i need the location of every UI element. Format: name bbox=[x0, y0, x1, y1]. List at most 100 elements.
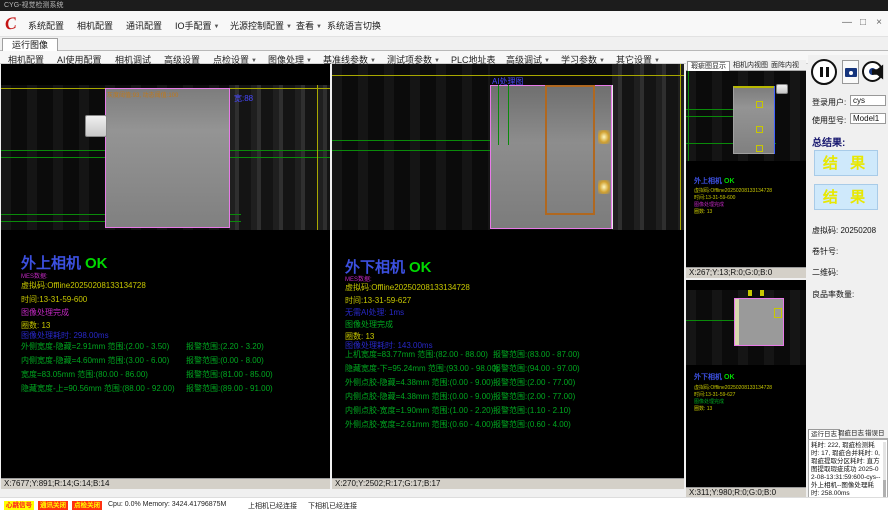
menu-item-io-config[interactable]: IO手配置▼ bbox=[175, 19, 219, 32]
camera-bottom-status: 下相机已经连接 bbox=[308, 501, 357, 511]
mini-turns-line: 圈数: 13 bbox=[694, 208, 712, 215]
measurement-row: 外侧点胶-宽度=2.61mm 范围:(0.60 - 4.00)报警范围:(0.6… bbox=[345, 419, 682, 431]
close-button[interactable]: × bbox=[872, 17, 886, 28]
guide-line bbox=[317, 85, 318, 230]
alarm-range: 报警范围:(2.20 - 3.20) bbox=[186, 341, 264, 352]
measurement-row: 内侧宽度-隐藏=4.60mm 范围:(3.00 - 6.00)报警范围:(0.0… bbox=[21, 355, 328, 367]
alarm-range: 报警范围:(89.00 - 91.00) bbox=[186, 383, 273, 394]
alarm-range: 报警范围:(81.00 - 85.00) bbox=[186, 369, 273, 380]
cpu-memory-status: Cpu: 0.0% Memory: 3424.41796875M bbox=[108, 501, 226, 508]
measurement-value: 隐藏宽度-上=90.56mm 范围:(88.00 - 92.00) bbox=[21, 383, 175, 394]
maximize-button[interactable]: □ bbox=[856, 17, 870, 28]
measurement-row: 上机宽度=83.77mm 范围:(82.00 - 88.00) 报警范围:(83.… bbox=[345, 349, 682, 361]
time-line: 时间:13-31-59-627 bbox=[345, 295, 411, 306]
measurement-value: 内侧点胶-宽度=1.90mm 范围:(1.00 - 2.20) bbox=[345, 405, 493, 416]
measurement-value: 外侧点胶-隐藏=4.38mm 范围:(0.00 - 9.00) bbox=[345, 377, 493, 388]
tab-connector-region bbox=[85, 115, 107, 137]
status-bar: 心跳信号 通讯关闭 点检关闭 Cpu: 0.0% Memory: 3424.41… bbox=[0, 497, 888, 522]
menu-item-system-config[interactable]: 系统配置 bbox=[28, 19, 64, 32]
result-box-top: 结 果 bbox=[814, 150, 878, 176]
tab-run-image[interactable]: 运行图像 bbox=[2, 38, 58, 51]
tab-strip: 运行图像 bbox=[0, 37, 888, 51]
ai-elapsed-line: 无需AI处理: 1ms bbox=[345, 307, 404, 318]
tab-defect-view[interactable]: 瑕疵图显示 bbox=[687, 61, 730, 71]
mini-result-title: 外上相机OK bbox=[694, 176, 735, 186]
model-label: 使用型号: bbox=[812, 115, 846, 126]
product-cell-region bbox=[734, 298, 784, 346]
measurement-value: 内侧宽度-隐藏=4.60mm 范围:(3.00 - 6.00) bbox=[21, 355, 169, 366]
image-texture bbox=[612, 64, 684, 230]
tab-connector-region bbox=[776, 84, 788, 94]
measurement-row: 内侧点胶-宽度=1.90mm 范围:(1.00 - 2.20)报警范围:(1.1… bbox=[345, 405, 682, 417]
mini-view-tabs: 瑕疵图显示 相机内视图 面阵内视图 bbox=[686, 60, 806, 71]
camera-lens-icon bbox=[849, 71, 853, 75]
mini-view-lower[interactable]: 外下相机OK 虚拟码:Offline20250208133134728 时间:1… bbox=[686, 280, 806, 498]
title-bar: CYG-视觉检测系统 bbox=[0, 0, 888, 11]
mini-time-line: 时间:13-31-59-600 bbox=[694, 194, 735, 201]
elapsed-line: 图像处理耗时: 298.00ms bbox=[21, 330, 109, 341]
dropdown-arrow-icon: ▼ bbox=[214, 24, 220, 30]
measurement-value: 内侧点胶-隐藏=4.38mm 范围:(0.00 - 9.00) bbox=[345, 391, 493, 402]
measurement-value: 上机宽度=83.77mm 范围:(82.00 - 88.00) bbox=[345, 349, 488, 360]
bright-spot bbox=[598, 180, 610, 194]
tab-error-log[interactable]: 错误日志 bbox=[863, 429, 888, 439]
guide-line bbox=[508, 85, 509, 145]
guide-line bbox=[686, 320, 734, 321]
guide-line bbox=[686, 109, 734, 110]
mini-code-line: 虚拟码:Offline20250208133134728 bbox=[694, 187, 772, 194]
measurement-row: 外侧宽度-隐藏=2.91mm 范围:(2.00 - 3.50)报警范围:(2.2… bbox=[21, 341, 328, 353]
camera-image-upper: 灰度阈值:93, 动态阈值:100 宽:88 bbox=[1, 85, 330, 230]
menu-item-camera-config[interactable]: 相机配置 bbox=[77, 19, 113, 32]
roi-box bbox=[756, 145, 763, 152]
menu-item-comm-config[interactable]: 通讯配置 bbox=[126, 19, 162, 32]
menu-item-light-config[interactable]: 光源控制配置▼ bbox=[230, 19, 292, 32]
time-line: 时间:13-31-59-600 bbox=[21, 294, 87, 305]
mini-view-upper[interactable]: 瑕疵图显示 相机内视图 面阵内视图 外上相机OK 虚拟码:Offline2025… bbox=[686, 60, 806, 278]
menu-item-language-switch[interactable]: 系统语言切换 bbox=[327, 19, 381, 32]
log-tabs: 运行日志 瑕疵日志 错误日志 bbox=[808, 428, 888, 439]
yield-count-label: 良品率数量: bbox=[812, 289, 854, 300]
camera-button[interactable] bbox=[842, 60, 859, 84]
login-user-field[interactable]: cys bbox=[850, 95, 886, 106]
camera-result-title: 外上相机OK bbox=[21, 252, 108, 273]
alarm-range: 报警范围:(2.00 - 77.00) bbox=[493, 391, 575, 402]
edge-line bbox=[612, 85, 613, 229]
camera-image-lower: AI处理图 bbox=[332, 64, 684, 230]
log-text: 耗时: 222, 瑕疵检测耗时: 17, 瑕疵合并耗时: 0, 瑕疵提取分区耗时… bbox=[811, 442, 881, 498]
app-window: CYG-视觉检测系统 C 系统配置 相机配置 通讯配置 IO手配置▼ 光源控制配… bbox=[0, 0, 888, 522]
login-user-label: 登录用户: bbox=[812, 97, 846, 108]
pause-button[interactable] bbox=[811, 59, 837, 85]
camera-view-lower[interactable]: AI处理图 外下相机OK MES数据: 虚拟码:Offline202502081… bbox=[332, 64, 684, 489]
minimize-button[interactable]: — bbox=[840, 17, 854, 28]
measurement-value: 宽度=83.05mm 范围:(80.00 - 86.00) bbox=[21, 369, 148, 380]
mes-data-label: MES数据: bbox=[21, 271, 48, 280]
marker bbox=[760, 290, 764, 296]
result-ok-label: OK bbox=[409, 259, 432, 276]
model-field[interactable]: Model1 bbox=[850, 113, 886, 124]
pixel-coordinates-bar: X:267;Y:13;R:0;G:0;B:0 bbox=[686, 267, 806, 278]
speaker-button[interactable] bbox=[870, 59, 888, 85]
dropdown-arrow-icon: ▼ bbox=[286, 24, 292, 30]
speaker-icon bbox=[872, 63, 888, 81]
needle-number-label: 卷针号: bbox=[812, 246, 838, 257]
product-cell-region bbox=[733, 86, 775, 154]
process-status-line: 图像处理完成 bbox=[345, 319, 393, 330]
tab-defect-log[interactable]: 瑕疵日志 bbox=[836, 429, 866, 439]
dropdown-arrow-icon: ▼ bbox=[316, 24, 322, 30]
result-box-bottom: 结 果 bbox=[814, 184, 878, 210]
alarm-range: 报警范围:(83.00 - 87.00) bbox=[493, 349, 580, 360]
alarm-range: 报警范围:(94.00 - 97.00) bbox=[493, 363, 580, 374]
image-texture bbox=[332, 64, 490, 230]
mini-result-title: 外下相机OK bbox=[694, 372, 735, 382]
guide-line bbox=[498, 85, 499, 145]
alarm-range: 报警范围:(0.60 - 4.00) bbox=[493, 419, 571, 430]
menu-item-view[interactable]: 查看▼ bbox=[296, 19, 322, 32]
measurement-row: 宽度=83.05mm 范围:(80.00 - 86.00) 报警范围:(81.00… bbox=[21, 369, 328, 381]
measurement-value: 外侧点胶-宽度=2.61mm 范围:(0.60 - 4.00) bbox=[345, 419, 493, 430]
alarm-range: 报警范围:(1.10 - 2.10) bbox=[493, 405, 571, 416]
alarm-range: 报警范围:(2.00 - 77.00) bbox=[493, 377, 575, 388]
camera-view-upper[interactable]: 灰度阈值:93, 动态阈值:100 宽:88 外上相机OK MES数据: 虚拟码… bbox=[1, 64, 330, 489]
tab-camera-view[interactable]: 相机内视图 bbox=[730, 61, 771, 71]
tab-array-view[interactable]: 面阵内视图 bbox=[768, 61, 806, 71]
app-logo-icon: C bbox=[4, 13, 18, 34]
